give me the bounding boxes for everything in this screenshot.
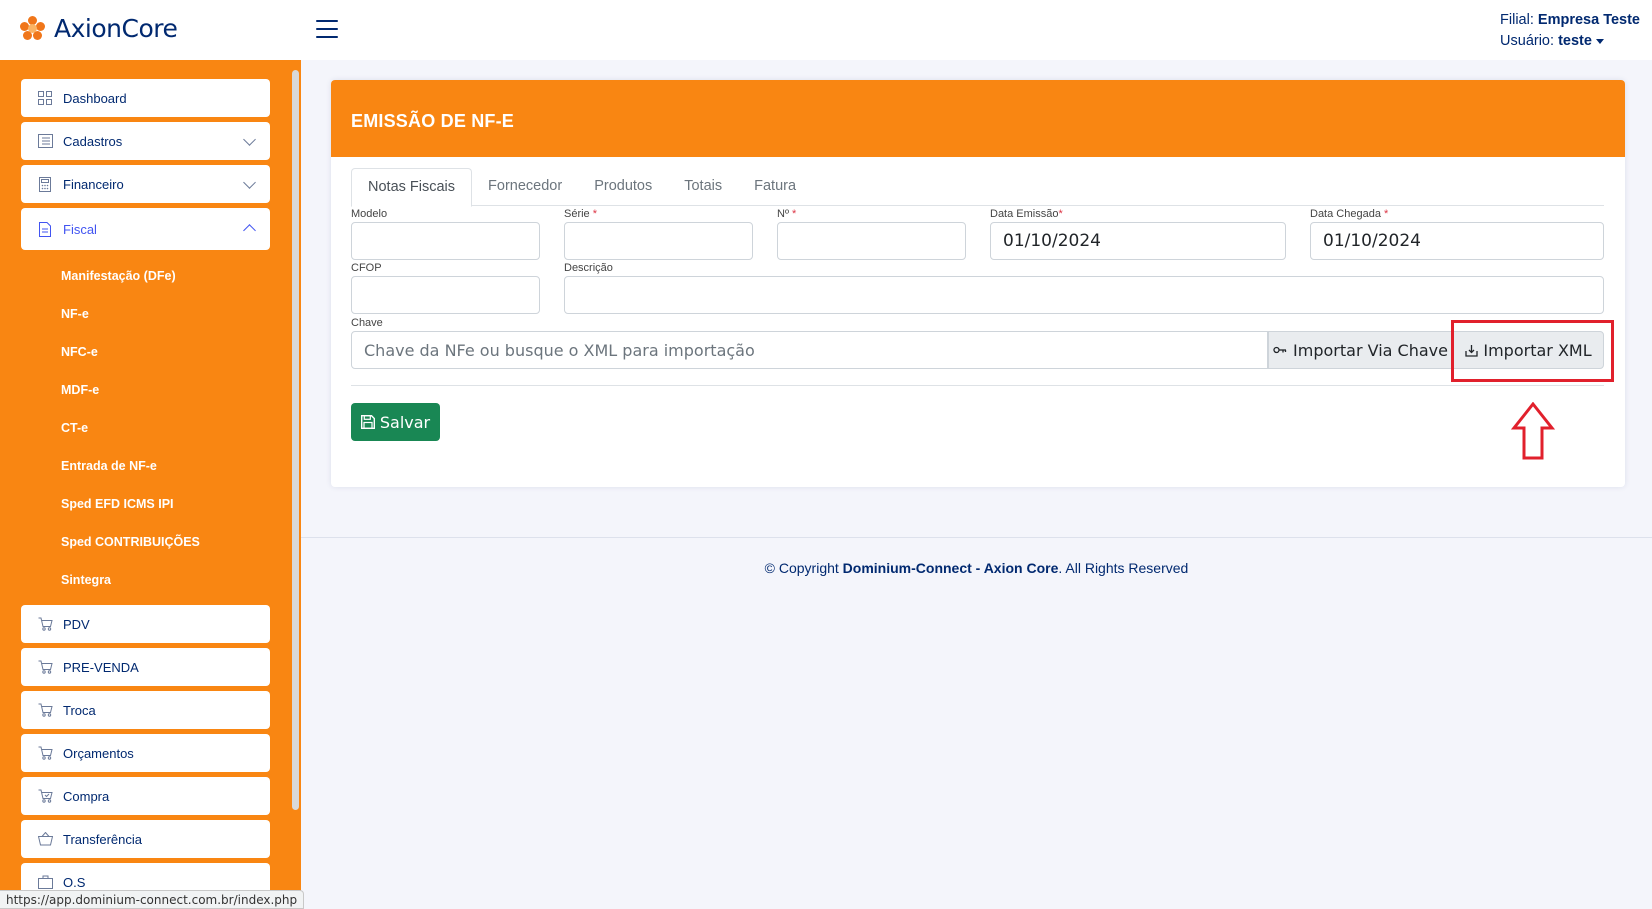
tab-fatura[interactable]: Fatura bbox=[738, 168, 812, 206]
sidebar-item-transferencia[interactable]: Transferência bbox=[21, 820, 270, 858]
filial-line: Filial: Empresa Teste bbox=[1500, 12, 1640, 28]
brand-name: AxionCore bbox=[54, 14, 178, 43]
highlight-box bbox=[1451, 320, 1614, 382]
grid-icon bbox=[37, 90, 53, 106]
descricao-input[interactable] bbox=[564, 276, 1604, 314]
cart-icon bbox=[37, 745, 53, 761]
calculator-icon bbox=[37, 176, 53, 192]
numero-label: Nº * bbox=[777, 208, 797, 220]
sidebar-item-pdv[interactable]: PDV bbox=[21, 605, 270, 643]
modelo-label: Modelo bbox=[351, 208, 388, 220]
tab-notas-fiscais[interactable]: Notas Fiscais bbox=[351, 168, 473, 207]
key-icon bbox=[1273, 346, 1287, 354]
browser-status-bar: https://app.dominium-connect.com.br/inde… bbox=[0, 890, 305, 909]
modelo-input[interactable] bbox=[351, 222, 540, 260]
sidebar-subitem-sped-contribuicoes[interactable]: Sped CONTRIBUIÇÕES bbox=[61, 535, 200, 549]
cart-icon bbox=[37, 702, 53, 718]
sidebar-item-pre-venda[interactable]: PRE-VENDA bbox=[21, 648, 270, 686]
sidebar-subitem-sped-efd[interactable]: Sped EFD ICMS IPI bbox=[61, 497, 174, 511]
sidebar: Dashboard Cadastros Financeiro Fiscal Ma… bbox=[0, 60, 301, 909]
importar-via-chave-button[interactable]: Importar Via Chave bbox=[1268, 331, 1453, 369]
sidebar-subitem-sintegra[interactable]: Sintegra bbox=[61, 573, 111, 587]
sidebar-subitem-nfce[interactable]: NFC-e bbox=[61, 345, 98, 359]
serie-input[interactable] bbox=[564, 222, 753, 260]
footer: © Copyright Dominium-Connect - Axion Cor… bbox=[764, 560, 1189, 576]
sidebar-subitem-cte[interactable]: CT-e bbox=[61, 421, 88, 435]
numero-input[interactable] bbox=[777, 222, 966, 260]
top-header: AxionCore Filial: Empresa Teste Usuário:… bbox=[0, 0, 1652, 60]
cfop-input[interactable] bbox=[351, 276, 540, 314]
floppy-disk-icon bbox=[360, 415, 375, 429]
sidebar-item-troca[interactable]: Troca bbox=[21, 691, 270, 729]
list-icon bbox=[37, 133, 53, 149]
form-divider bbox=[351, 385, 1604, 386]
card-header: EMISSÃO DE NF-E bbox=[331, 80, 1625, 157]
sidebar-item-compra[interactable]: Compra bbox=[21, 777, 270, 815]
sidebar-item-dashboard[interactable]: Dashboard bbox=[21, 79, 270, 117]
nfe-emission-card: EMISSÃO DE NF-E Notas Fiscais Fornecedor… bbox=[331, 80, 1625, 487]
cart-icon bbox=[37, 659, 53, 675]
data-emissao-label: Data Emissão* bbox=[990, 208, 1063, 220]
tab-bar: Notas Fiscais Fornecedor Produtos Totais… bbox=[351, 168, 1604, 207]
sidebar-item-financeiro[interactable]: Financeiro bbox=[21, 165, 270, 203]
footer-divider bbox=[301, 537, 1652, 538]
sidebar-subitem-mdfe[interactable]: MDF-e bbox=[61, 383, 99, 397]
briefcase-icon bbox=[37, 874, 53, 890]
cart-check-icon bbox=[37, 788, 53, 804]
card-title: EMISSÃO DE NF-E bbox=[351, 111, 515, 131]
tab-totais[interactable]: Totais bbox=[668, 168, 738, 206]
caret-down-icon bbox=[1595, 38, 1604, 44]
document-icon bbox=[37, 221, 53, 237]
data-chegada-label: Data Chegada * bbox=[1310, 208, 1389, 220]
chave-label: Chave bbox=[351, 317, 383, 329]
tab-produtos[interactable]: Produtos bbox=[578, 168, 668, 206]
salvar-button[interactable]: Salvar bbox=[351, 403, 440, 441]
user-info: Filial: Empresa Teste Usuário: teste bbox=[1500, 10, 1640, 52]
tab-fornecedor[interactable]: Fornecedor bbox=[472, 168, 578, 206]
basket-icon bbox=[37, 831, 53, 847]
serie-label: Série * bbox=[564, 208, 598, 220]
usuario-dropdown[interactable]: Usuário: teste bbox=[1500, 31, 1640, 52]
sidebar-item-cadastros[interactable]: Cadastros bbox=[21, 122, 270, 160]
menu-toggle-icon[interactable] bbox=[316, 20, 338, 38]
brand-logo-icon bbox=[20, 15, 46, 42]
descricao-label: Descrição bbox=[564, 262, 613, 274]
data-chegada-input[interactable]: 01/10/2024 bbox=[1310, 222, 1604, 260]
sidebar-item-fiscal[interactable]: Fiscal bbox=[21, 208, 270, 250]
cart-icon bbox=[37, 616, 53, 632]
chevron-up-icon bbox=[243, 224, 256, 237]
cfop-label: CFOP bbox=[351, 262, 382, 274]
sidebar-subitem-entrada-nfe[interactable]: Entrada de NF-e bbox=[61, 459, 157, 473]
brand[interactable]: AxionCore bbox=[20, 14, 178, 43]
data-emissao-input[interactable]: 01/10/2024 bbox=[990, 222, 1286, 260]
chave-input[interactable]: Chave da NFe ou busque o XML para import… bbox=[351, 331, 1268, 369]
sidebar-item-orcamentos[interactable]: Orçamentos bbox=[21, 734, 270, 772]
sidebar-subitem-nfe[interactable]: NF-e bbox=[61, 307, 89, 321]
arrow-up-icon bbox=[1511, 402, 1555, 460]
chevron-down-icon bbox=[243, 176, 256, 189]
sidebar-scrollbar-thumb[interactable] bbox=[292, 70, 299, 810]
chevron-down-icon bbox=[243, 133, 256, 146]
sidebar-subitem-manifestacao[interactable]: Manifestação (DFe) bbox=[61, 269, 176, 283]
